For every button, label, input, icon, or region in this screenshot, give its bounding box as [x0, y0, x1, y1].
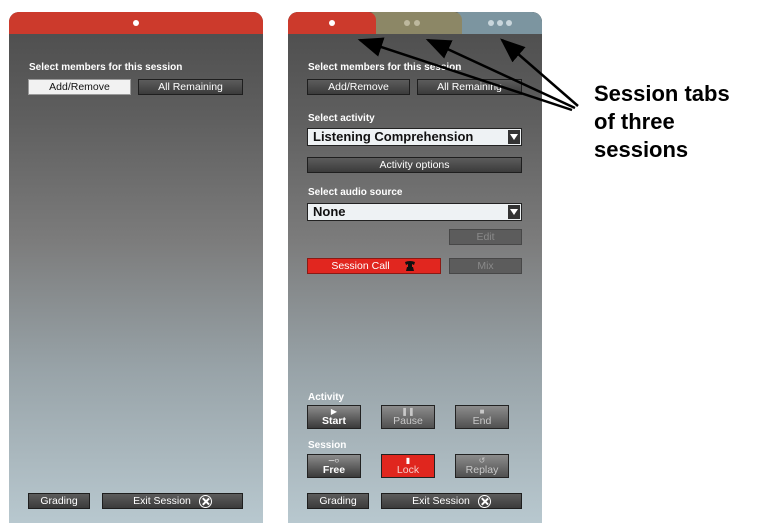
all-remaining-button[interactable]: All Remaining	[417, 79, 522, 95]
free-label: Free	[322, 464, 346, 476]
close-circle-icon	[198, 494, 212, 508]
audio-source-heading: Select audio source	[308, 187, 403, 198]
pause-label: Pause	[393, 415, 423, 427]
session-section-heading: Session	[308, 440, 347, 451]
lock-label: Lock	[396, 464, 420, 476]
session-panel-multi: Select members for this session Add/Remo…	[288, 12, 542, 523]
exit-session-button[interactable]: Exit Session	[381, 493, 522, 509]
end-label: End	[472, 415, 492, 427]
session-tab-bar	[288, 12, 542, 34]
session-tab-3[interactable]	[452, 12, 542, 34]
all-remaining-button[interactable]: All Remaining	[138, 79, 243, 95]
session-call-label: Session Call	[331, 260, 390, 272]
session-tab-2[interactable]	[366, 12, 462, 34]
activity-select[interactable]: Listening Comprehension	[307, 128, 522, 146]
phone-icon	[404, 261, 415, 272]
exit-session-button[interactable]: Exit Session	[102, 493, 243, 509]
grading-button[interactable]: Grading	[28, 493, 90, 509]
edit-button[interactable]: Edit	[449, 229, 522, 245]
dropdown-arrow-icon	[508, 205, 520, 219]
members-heading: Select members for this session	[308, 62, 462, 73]
add-remove-button[interactable]: Add/Remove	[28, 79, 131, 95]
activity-section-heading: Activity	[308, 392, 345, 403]
session-tab-dot-icon	[488, 20, 494, 26]
session-tab-bar[interactable]	[9, 12, 263, 34]
session-tab-dot-icon	[497, 20, 503, 26]
annotation-text: Session tabs of three sessions	[594, 80, 730, 164]
annotation-line: of three	[594, 109, 675, 134]
end-button[interactable]: ■ End	[455, 405, 509, 429]
replay-label: Replay	[465, 464, 499, 476]
exit-session-label: Exit Session	[133, 495, 191, 507]
audio-source-select[interactable]: None	[307, 203, 522, 221]
activity-select-value: Listening Comprehension	[313, 129, 474, 144]
add-remove-button[interactable]: Add/Remove	[307, 79, 410, 95]
activity-options-button[interactable]: Activity options	[307, 157, 522, 173]
grading-button[interactable]: Grading	[307, 493, 369, 509]
mix-button[interactable]: Mix	[449, 258, 522, 274]
session-tab-dot-icon	[133, 20, 139, 26]
session-tab-1[interactable]	[288, 12, 376, 34]
audio-source-value: None	[313, 204, 346, 219]
activity-heading: Select activity	[308, 113, 375, 124]
annotation-line: Session tabs	[594, 81, 730, 106]
members-heading: Select members for this session	[29, 62, 183, 73]
session-tab-dot-icon	[506, 20, 512, 26]
replay-button[interactable]: ↺ Replay	[455, 454, 509, 478]
free-button[interactable]: ─○ Free	[307, 454, 361, 478]
start-label: Start	[322, 415, 346, 427]
session-call-button[interactable]: Session Call	[307, 258, 441, 274]
pause-button[interactable]: ❚❚ Pause	[381, 405, 435, 429]
session-tab-dot-icon	[414, 20, 420, 26]
dropdown-arrow-icon	[508, 130, 520, 144]
close-circle-icon	[477, 494, 491, 508]
session-panel-single: Select members for this session Add/Remo…	[9, 12, 263, 523]
annotation-line: sessions	[594, 137, 689, 162]
start-button[interactable]: ▶ Start	[307, 405, 361, 429]
session-tab-dot-icon	[329, 20, 335, 26]
exit-session-label: Exit Session	[412, 495, 470, 507]
session-tab-dot-icon	[404, 20, 410, 26]
lock-button[interactable]: ▮ Lock	[381, 454, 435, 478]
